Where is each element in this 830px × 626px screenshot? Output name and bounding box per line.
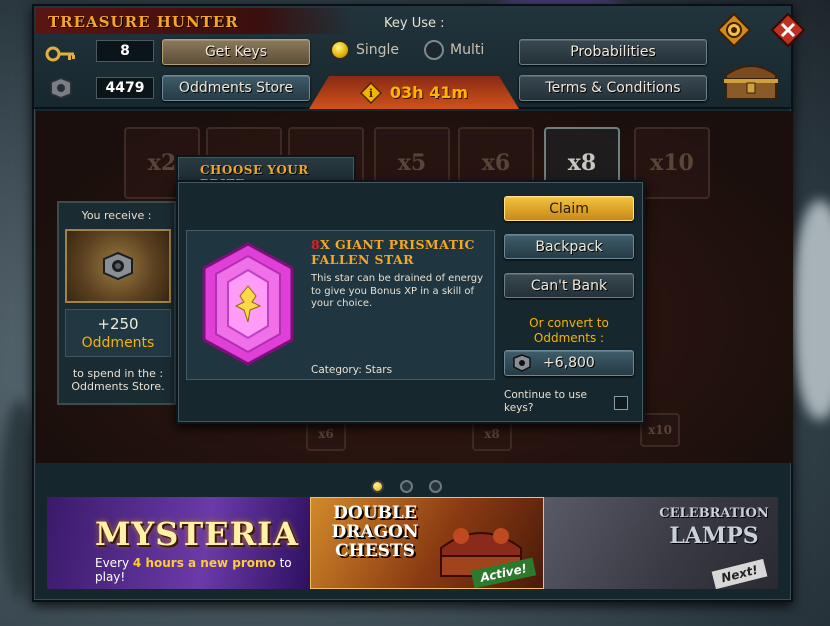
carousel-dots bbox=[34, 480, 791, 493]
multi-radio-dot[interactable] bbox=[424, 40, 444, 60]
choose-prize-dialog: 8X GIANT PRISMATIC FALLEN STAR This star… bbox=[176, 180, 645, 424]
background-scenery-right bbox=[790, 200, 830, 420]
carousel-dot[interactable] bbox=[371, 480, 384, 493]
prize-dialog-tab: CHOOSE YOUR PRIZE bbox=[176, 155, 356, 191]
banner-mysteria[interactable]: MYSTERIA Every 4 hours a new promo to pl… bbox=[47, 497, 310, 589]
prize-description: This star can be drained of energy to gi… bbox=[311, 273, 484, 309]
continue-checkbox[interactable] bbox=[614, 396, 628, 410]
convert-label: Or convert to Oddments : bbox=[529, 316, 609, 345]
single-radio-label: Single bbox=[356, 42, 400, 58]
key-icon bbox=[44, 40, 78, 68]
probabilities-button[interactable]: Probabilities bbox=[519, 39, 707, 65]
close-icon[interactable] bbox=[770, 12, 806, 48]
banner-title: DOUBLE DRAGON CHESTS bbox=[331, 503, 419, 561]
backpack-button[interactable]: Backpack bbox=[504, 234, 634, 259]
key-tile-small: x10 bbox=[640, 413, 680, 447]
window-title: TREASURE HUNTER bbox=[48, 13, 239, 31]
banner-celebration-lamps[interactable]: CELEBRATION LAMPS Next! bbox=[544, 497, 778, 589]
convert-value: +6,800 bbox=[543, 355, 595, 371]
multi-radio[interactable]: Multi bbox=[424, 40, 484, 60]
receive-label: You receive : bbox=[81, 209, 152, 222]
single-radio[interactable]: Single bbox=[330, 40, 399, 60]
carousel-dot[interactable] bbox=[429, 480, 442, 493]
get-keys-button[interactable]: Get Keys bbox=[162, 39, 310, 65]
receive-note: to spend in the : Oddments Store. bbox=[71, 367, 165, 393]
banner-title: CELEBRATION LAMPS bbox=[659, 506, 769, 549]
key-tile: x10 bbox=[634, 127, 710, 199]
banner-double-dragon-chests[interactable]: DOUBLE DRAGON CHESTS Active! bbox=[310, 497, 544, 589]
oddments-icon bbox=[513, 354, 531, 372]
prize-card: 8X GIANT PRISMATIC FALLEN STAR This star… bbox=[186, 230, 495, 380]
receive-amount-box: +250 Oddments bbox=[65, 309, 171, 357]
key-use-label: Key Use : bbox=[384, 16, 445, 31]
receive-currency: Oddments bbox=[81, 335, 155, 351]
oddments-store-button[interactable]: Oddments Store bbox=[162, 75, 310, 101]
info-icon: i bbox=[359, 81, 382, 104]
oddments-reward-icon bbox=[65, 229, 171, 303]
timer-text: 03h 41m bbox=[389, 83, 469, 102]
title-bar: TREASURE HUNTER bbox=[36, 8, 354, 34]
multi-radio-label: Multi bbox=[450, 42, 485, 58]
keys-count: 8 bbox=[96, 40, 154, 62]
banner-subtitle: Every 4 hours a new promo to play! bbox=[95, 556, 292, 584]
prize-name: 8X GIANT PRISMATIC FALLEN STAR bbox=[311, 237, 475, 267]
claim-button[interactable]: Claim bbox=[504, 196, 634, 221]
oddments-icon bbox=[44, 74, 78, 102]
continue-label: Continue to use keys? bbox=[504, 389, 588, 414]
receive-panel: You receive : +250 Oddments to spend in … bbox=[57, 201, 176, 405]
terms-conditions-button[interactable]: Terms & Conditions bbox=[519, 75, 707, 101]
prismatic-star-icon bbox=[195, 239, 301, 369]
single-radio-dot[interactable] bbox=[330, 40, 350, 60]
status-badge: Next! bbox=[711, 558, 768, 589]
svg-text:i: i bbox=[369, 87, 373, 100]
header: TREASURE HUNTER 8 Get Keys 4479 Oddments… bbox=[34, 6, 805, 109]
promo-timer: i 03h 41m bbox=[309, 76, 519, 109]
treasure-chest-icon bbox=[718, 56, 784, 104]
prize-category: Category: Stars bbox=[311, 364, 393, 376]
carousel-dot[interactable] bbox=[400, 480, 413, 493]
cant-bank-button[interactable]: Can't Bank bbox=[504, 273, 634, 298]
convert-oddments-button[interactable]: +6,800 bbox=[504, 350, 634, 376]
settings-icon[interactable] bbox=[716, 12, 752, 48]
receive-amount: +250 bbox=[97, 315, 139, 333]
oddments-count: 4479 bbox=[96, 77, 154, 99]
banner-title: MYSTERIA bbox=[95, 515, 299, 553]
